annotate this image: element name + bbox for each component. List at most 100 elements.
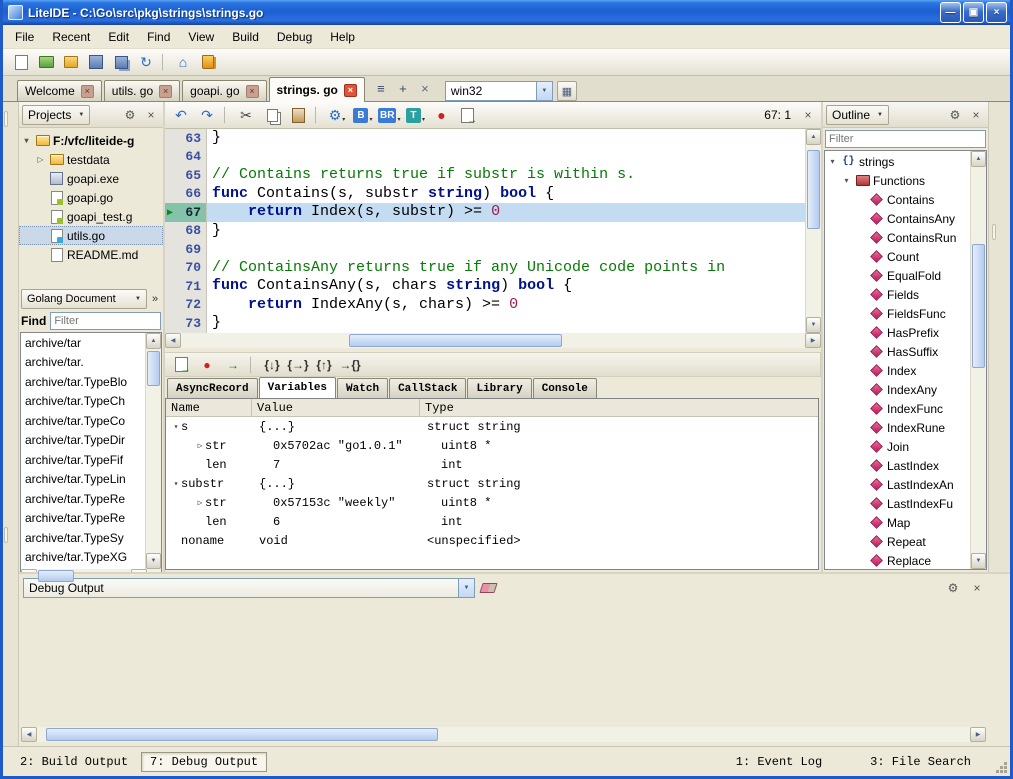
separator[interactable] [162,53,167,71]
row-expander-icon[interactable]: ▷ [195,498,205,508]
symbol-list-item[interactable]: archive/tar.TypeXG [21,548,145,568]
menu-item[interactable]: Edit [99,26,138,48]
sidebar-tab-outline[interactable] [992,224,996,240]
step-over-icon[interactable]: {→} [286,353,310,376]
code-line[interactable]: ▶ 65 // Contains returns true if substr … [165,166,805,185]
resize-grip[interactable] [1004,770,1007,773]
outline-row[interactable]: IndexFunc [825,399,970,418]
build-output-button[interactable]: 2: Build Output [11,752,137,772]
stop-debug-icon[interactable]: ● [195,353,219,376]
menu-item[interactable]: Help [321,26,364,48]
line-number-gutter[interactable]: ▶ 73 [165,314,207,333]
tree-item-goapi-test-go[interactable]: goapi_test.g [19,207,163,226]
outline-view-combo[interactable]: Outline ▼ [826,105,889,125]
scroll-right-icon[interactable]: ▶ [805,333,821,348]
outline-row[interactable]: LastIndex [825,456,970,475]
symbol-list-item[interactable]: archive/tar [21,333,145,353]
outline-row[interactable]: HasPrefix [825,323,970,342]
tree-expander-icon[interactable]: ▾ [827,157,838,166]
code-line[interactable]: ▶ 73 } [165,314,805,333]
separator[interactable] [250,356,255,374]
menu-item[interactable]: View [179,26,223,48]
scroll-thumb[interactable] [147,351,160,386]
file-search-button[interactable]: 3: File Search [861,752,980,772]
tab-close-icon[interactable]: × [246,85,259,98]
line-number-gutter[interactable]: ▶ 63 [165,129,207,148]
symbol-list-item[interactable]: archive/tar.TypeSy [21,528,145,548]
debug-file-icon[interactable] [169,353,193,376]
open-recent-icon[interactable] [59,51,83,74]
sidebar-tab-golang-document[interactable] [4,527,8,543]
variables-row[interactable]: ▷ str 0x5702ac "go1.0.1" uint8 * [166,436,818,455]
sidebar-tab-projects[interactable] [4,111,8,127]
step-out-icon[interactable]: {↑} [312,353,336,376]
outline-row[interactable]: FieldsFunc [825,304,970,323]
panel-menu-gear-icon[interactable]: ⚙ [121,106,139,124]
outline-row[interactable]: Index [825,361,970,380]
build-run-icon[interactable]: BR▾ [377,104,401,127]
code-line[interactable]: ▶ 64 [165,148,805,167]
scroll-thumb[interactable] [972,244,985,368]
debug-tab-console[interactable]: Console [533,378,597,398]
vertical-scrollbar[interactable]: ▲ ▼ [145,333,161,569]
separator[interactable] [224,106,229,124]
tab-strings-go[interactable]: strings. go × [269,77,365,102]
minimize-button[interactable]: — [940,2,961,23]
column-header-value[interactable]: Value [252,399,420,416]
tree-expander-icon[interactable]: ▷ [35,155,46,164]
outline-vertical-scrollbar[interactable]: ▲ ▼ [970,151,986,569]
menu-item[interactable]: Build [223,26,268,48]
code-line[interactable]: ▶ 68 } [165,222,805,241]
new-file-icon[interactable] [9,51,33,74]
scroll-down-icon[interactable]: ▼ [971,553,986,569]
symbol-list-item[interactable]: archive/tar.TypeRe [21,489,145,509]
target-combo[interactable]: win32 ▼ [445,81,553,101]
scroll-thumb[interactable] [38,570,74,582]
cut-icon[interactable]: ✂ [234,104,258,127]
variables-row[interactable]: len 7 int [166,455,818,474]
menu-item[interactable]: File [6,26,43,48]
tab-goapi-go[interactable]: goapi. go × [182,80,266,101]
symbol-list-item[interactable]: archive/tar. [21,353,145,373]
find-filter-input[interactable] [50,312,161,330]
outline-row[interactable]: HasSuffix [825,342,970,361]
line-number-gutter[interactable]: ▶ 65 [165,166,207,185]
code-line[interactable]: ▶ 69 [165,240,805,259]
outline-row[interactable]: ▾ Functions [825,171,970,190]
symbol-list-item[interactable]: archive/tar.TypeCo [21,411,145,431]
close-button[interactable]: × [986,2,1007,23]
code-line[interactable]: ▶ 72 return IndexAny(s, chars) >= 0 [165,296,805,315]
debug-tab-asyncrecord[interactable]: AsyncRecord [167,378,258,398]
outline-row[interactable]: IndexAny [825,380,970,399]
run-to-line-icon[interactable]: →{} [338,353,362,376]
outline-row[interactable]: Map [825,513,970,532]
variables-row[interactable]: len 6 int [166,512,818,531]
maximize-button[interactable]: ▣ [963,2,984,23]
tree-item-root-folder[interactable]: ▾ F:/vfc/liteide-g [19,131,163,150]
outline-row[interactable]: Join [825,437,970,456]
outline-row[interactable]: LastIndexFu [825,494,970,513]
clear-output-eraser-icon[interactable] [479,583,497,593]
code-line[interactable]: ▶ 66 func Contains(s, substr string) boo… [165,185,805,204]
scroll-up-icon[interactable]: ▲ [146,333,161,349]
projects-view-combo[interactable]: Projects ▼ [22,105,90,125]
outline-row[interactable]: Replace [825,551,970,569]
reload-file-icon[interactable]: ↻ [134,51,158,74]
variables-row[interactable]: ▾ substr {...} struct string [166,474,818,493]
row-expander-icon[interactable]: ▾ [171,479,181,489]
code-line[interactable]: ▶ 67 return Index(s, substr) >= 0 [165,203,805,222]
sidebar-tab-html-preview[interactable] [992,294,994,308]
tree-item-goapi-exe[interactable]: goapi.exe [19,169,163,188]
test-icon[interactable]: T▾ [403,104,427,127]
record-icon[interactable]: ● [429,104,453,127]
step-into-icon[interactable]: {↓} [260,353,284,376]
sidebar-tab-package-browser[interactable] [4,414,6,428]
build-config-icon[interactable]: ⚙▾ [325,104,349,127]
outline-row[interactable]: ▾ strings [825,152,970,171]
tab-close-icon[interactable]: × [159,85,172,98]
debug-tab-watch[interactable]: Watch [337,378,388,398]
open-folder-icon[interactable] [34,51,58,74]
tab-welcome[interactable]: Welcome × [17,80,102,101]
paste-icon[interactable] [286,104,310,127]
liteide-logo-icon[interactable] [196,51,220,74]
